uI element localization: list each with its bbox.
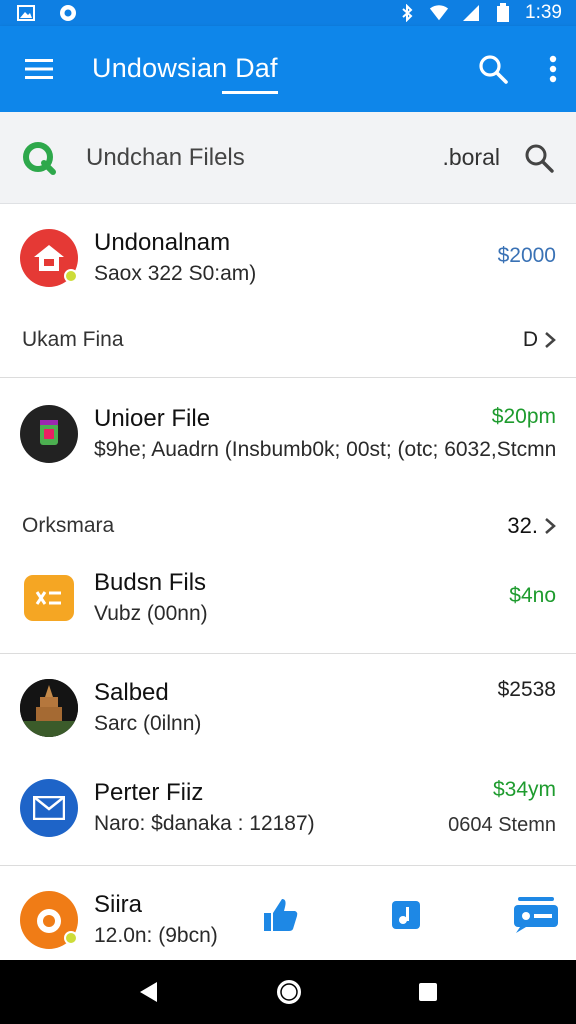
section-label: Orksmara bbox=[22, 514, 115, 537]
search-button-icon[interactable] bbox=[524, 143, 554, 173]
status-bar: 1:39 bbox=[0, 0, 576, 26]
avatar bbox=[20, 405, 78, 463]
item-title: Unioer File bbox=[94, 405, 211, 432]
search-icon[interactable] bbox=[478, 54, 508, 84]
section-value: 32. bbox=[507, 513, 538, 538]
bluetooth-icon bbox=[397, 4, 417, 22]
app-title-text: Undowsian Daf bbox=[92, 52, 278, 83]
recents-icon[interactable] bbox=[417, 981, 439, 1003]
avatar bbox=[20, 569, 78, 627]
item-amount: $4no bbox=[509, 584, 556, 607]
list-item[interactable]: Salbed Sarc (0ilnn) $2538 bbox=[0, 670, 576, 746]
thumbs-up-icon[interactable] bbox=[260, 895, 300, 935]
divider bbox=[0, 653, 576, 654]
status-dot bbox=[64, 269, 78, 283]
home-button-icon[interactable] bbox=[276, 979, 302, 1005]
divider bbox=[0, 377, 576, 378]
menu-icon[interactable] bbox=[24, 57, 54, 81]
item-title: Budsn Fils bbox=[94, 569, 207, 596]
temple-photo bbox=[20, 679, 78, 737]
avatar bbox=[20, 229, 78, 287]
q-logo-icon bbox=[22, 141, 56, 175]
search-filter-label[interactable]: .boral bbox=[442, 144, 500, 171]
section-header[interactable]: Orksmara 32. bbox=[0, 504, 576, 548]
signal-icon bbox=[461, 4, 481, 22]
item-subtitle: Saox 322 S0:am) bbox=[94, 262, 257, 285]
shuffle-app-icon bbox=[24, 575, 74, 621]
music-note-icon[interactable] bbox=[390, 899, 422, 931]
avatar bbox=[20, 679, 78, 737]
chevron-right-icon bbox=[544, 331, 556, 349]
status-dot bbox=[64, 931, 78, 945]
item-subtitle: Vubz (00nn) bbox=[94, 602, 208, 625]
divider bbox=[0, 865, 576, 866]
navigation-bar bbox=[0, 960, 576, 1024]
list-item[interactable]: Undonalnam Saox 322 S0:am) $2000 bbox=[0, 220, 576, 296]
title-underline bbox=[221, 90, 278, 94]
search-bar[interactable]: Undchan Filels .boral bbox=[0, 112, 576, 204]
drop-icon bbox=[37, 909, 61, 933]
list-item[interactable]: Perter Fiiz Naro: $danaka : 12187) $34ym… bbox=[0, 770, 576, 846]
item-title: Undonalnam bbox=[94, 229, 231, 256]
item-amount: $2538 bbox=[497, 678, 556, 701]
item-amount: $20pm bbox=[491, 405, 556, 428]
status-time: 1:39 bbox=[525, 2, 562, 23]
home-icon bbox=[34, 245, 64, 271]
avatar bbox=[20, 891, 78, 949]
item-amount: $2000 bbox=[497, 244, 556, 267]
item-title: Salbed bbox=[94, 679, 169, 706]
card-icon[interactable] bbox=[512, 895, 560, 935]
item-subtitle: Sarc (0ilnn) bbox=[94, 712, 202, 735]
app-bar: Undowsian Daf bbox=[0, 26, 576, 112]
gallery-notification-icon bbox=[16, 4, 36, 22]
mail-icon bbox=[33, 796, 65, 820]
list-item[interactable]: Unioer File $9he; Auadrn (Insbumb0k; 00s… bbox=[0, 396, 576, 472]
list-item[interactable]: Budsn Fils Vubz (00nn) $4no bbox=[0, 560, 576, 636]
chevron-right-icon bbox=[544, 517, 556, 535]
bottom-actions bbox=[260, 880, 560, 950]
battery-icon bbox=[493, 3, 513, 22]
back-icon[interactable] bbox=[137, 980, 161, 1004]
wifi-icon bbox=[429, 4, 449, 22]
section-header[interactable]: Ukam Fina D bbox=[0, 318, 576, 362]
more-options-icon[interactable] bbox=[548, 55, 558, 83]
item-secondary-text: 0604 Stemn bbox=[448, 814, 556, 836]
sync-notification-icon bbox=[58, 4, 78, 22]
search-input[interactable]: Undchan Filels bbox=[86, 144, 245, 172]
section-value: D bbox=[522, 328, 538, 351]
section-label: Ukam Fina bbox=[22, 328, 124, 351]
avatar bbox=[20, 779, 78, 837]
item-amount: $34ym bbox=[492, 778, 556, 801]
app-title: Undowsian Daf bbox=[92, 52, 278, 94]
item-subtitle: $9he; Auadrn (Insbumb0k; 00st; (otc; 603… bbox=[94, 438, 557, 461]
item-title: Perter Fiiz bbox=[94, 779, 204, 806]
app-icon bbox=[40, 420, 58, 445]
